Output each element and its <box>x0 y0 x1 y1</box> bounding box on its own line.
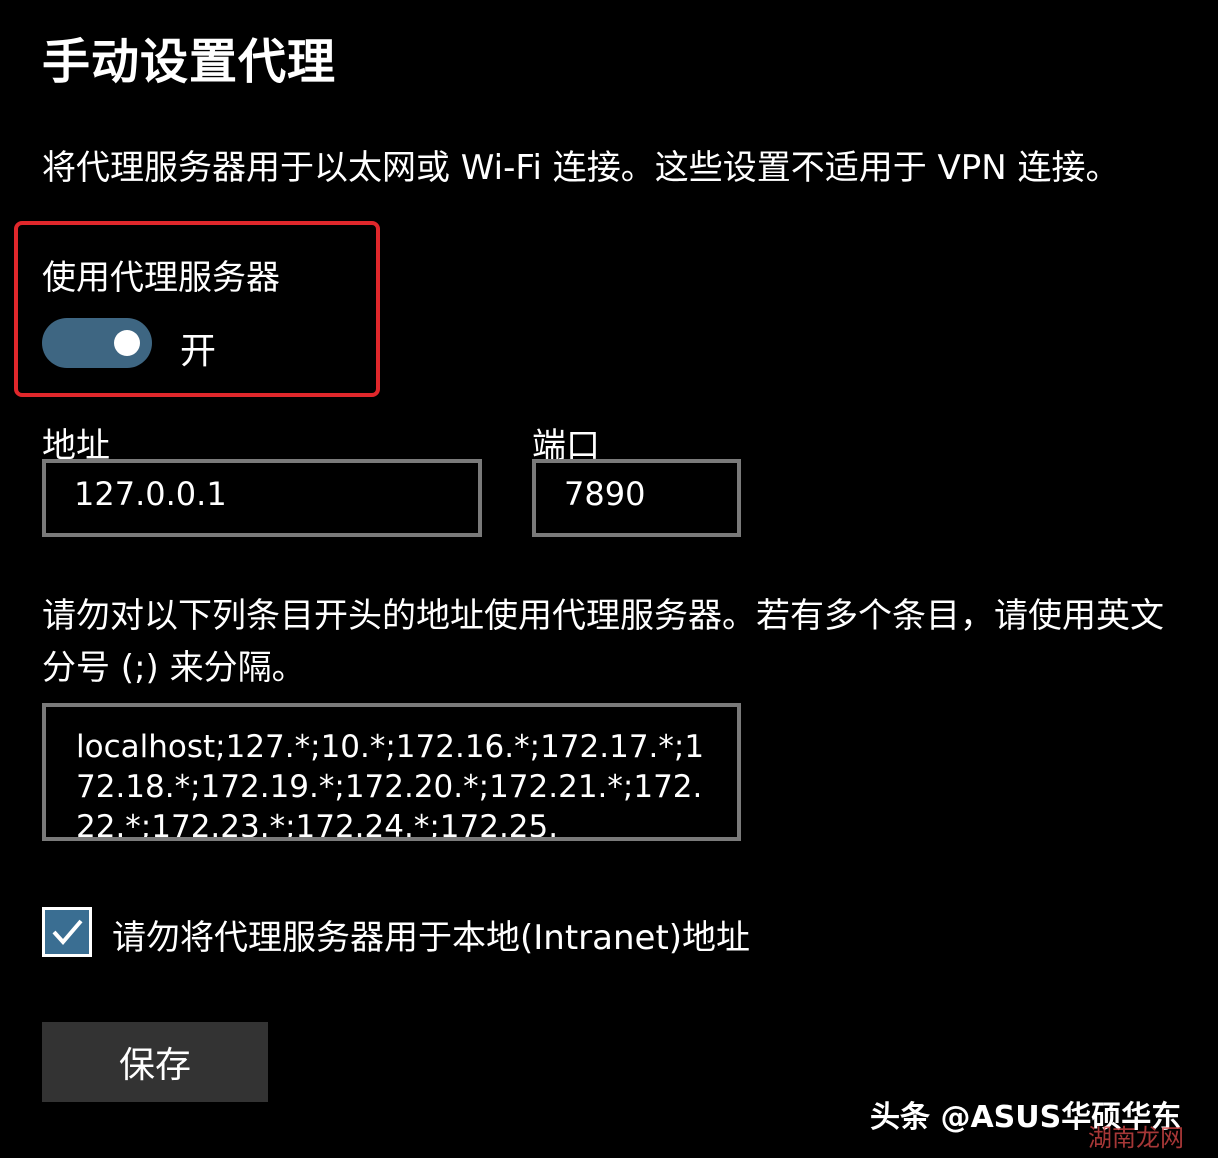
proxy-toggle[interactable] <box>42 318 152 368</box>
bypass-local-label: 请勿将代理服务器用于本地(Intranet)地址 <box>112 918 751 958</box>
page-title: 手动设置代理 <box>42 34 337 90</box>
proxy-toggle-label: 使用代理服务器 <box>42 258 280 298</box>
proxy-toggle-state: 开 <box>180 331 217 372</box>
address-input[interactable]: 127.0.0.1 <box>42 459 482 537</box>
exceptions-input[interactable]: localhost;127.*;10.*;172.16.*;172.17.*;1… <box>42 703 741 841</box>
checkmark-icon <box>52 919 83 946</box>
save-button[interactable]: 保存 <box>42 1022 268 1102</box>
toggle-knob <box>114 330 140 356</box>
watermark-sub: 湖南龙网 <box>1088 1124 1184 1152</box>
bypass-local-checkbox[interactable] <box>42 907 92 957</box>
page-description: 将代理服务器用于以太网或 Wi-Fi 连接。这些设置不适用于 VPN 连接。 <box>42 148 1120 188</box>
exceptions-description: 请勿对以下列条目开头的地址使用代理服务器。若有多个条目，请使用英文分号 (;) … <box>42 596 1164 688</box>
port-input[interactable]: 7890 <box>532 459 741 537</box>
